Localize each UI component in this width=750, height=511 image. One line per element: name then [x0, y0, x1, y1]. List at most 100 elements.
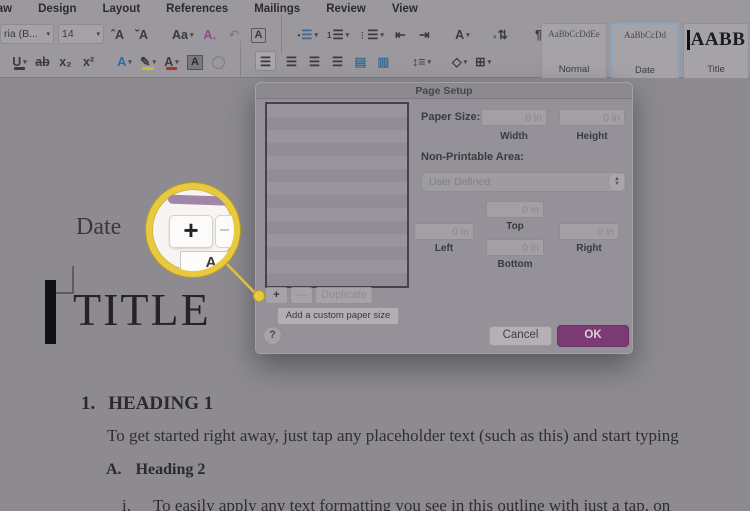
menu-tab-design[interactable]: Design	[38, 3, 76, 15]
justify-icon: ☰	[331, 55, 344, 69]
paragraph-tools-group: U ▾ ab x₂ x² A ▾ ✎ ▾ A ▾ A ◯ ☰ ☰ ☰ ☰ ▤ ▥ ↕≡ ▾ ◇ ▾ ⊞ ▾	[12, 41, 491, 81]
style-preview-text: AaBbCcDd	[624, 30, 666, 40]
margin-left-field[interactable]: 0 in	[414, 223, 474, 240]
chevron-down-icon: ▾	[487, 59, 492, 66]
heading2-line: A. Heading 2	[106, 461, 205, 479]
font-name-value: ria (B...	[4, 28, 38, 40]
height-label: Height	[576, 131, 608, 142]
margin-right-field[interactable]: 0 in	[559, 223, 619, 240]
chevron-down-icon: ▾	[46, 31, 50, 38]
body2-text: To easily apply any text formatting you …	[152, 496, 671, 511]
align-left-icon: ☰	[259, 55, 272, 69]
align-center-icon: ☰	[285, 55, 298, 69]
line-spacing-icon[interactable]: ↕≡ ▾	[412, 52, 431, 70]
menu-tab-mailings[interactable]: Mailings	[254, 3, 300, 15]
strikethrough-icon: ab	[35, 55, 50, 69]
paper-height-field[interactable]: 0 in	[559, 109, 625, 126]
align-left-icon[interactable]: ☰	[254, 51, 276, 71]
justify-icon[interactable]: ☰	[330, 52, 345, 70]
chevron-down-icon: ▾	[96, 31, 100, 38]
margin-top-field[interactable]: 0 in	[486, 201, 544, 218]
shading-bucket-icon: ◇	[452, 55, 462, 69]
non-printable-area-dropdown[interactable]: User Defined ▲ ▼	[421, 172, 626, 192]
width-label: Width	[500, 131, 528, 142]
character-shading-icon: A	[187, 55, 203, 70]
cancel-button[interactable]: Cancel	[489, 326, 552, 346]
grid-text-icon: ▥	[377, 55, 390, 69]
stepper-arrows-icon[interactable]: ▲ ▼	[610, 174, 624, 190]
ok-button[interactable]: OK	[557, 325, 629, 347]
magnified-add-button: +	[169, 215, 213, 248]
strikethrough-icon[interactable]: ab	[35, 52, 50, 70]
group-divider	[239, 41, 241, 81]
margin-bottom-label: Bottom	[497, 259, 533, 270]
page-setup-dialog: Page Setup Paper Size: 0 in 0 in Width H…	[255, 82, 633, 354]
style-preview: AaBbCcDd	[624, 30, 666, 40]
align-right-icon[interactable]: ☰	[307, 52, 322, 70]
distribute-icon[interactable]: ▤	[353, 52, 368, 70]
borders-icon[interactable]: ⊞ ▾	[475, 52, 491, 70]
style-label: Normal	[558, 64, 590, 75]
text-effects-color-icon[interactable]: A ▾	[117, 52, 132, 70]
styles-gallery: AaBbCcDdEe Normal AaBbCcDd Date AABB Title	[541, 23, 749, 81]
paper-width-field[interactable]: 0 in	[481, 109, 547, 126]
style-label: Title	[707, 64, 725, 75]
title-selection-bar	[45, 280, 56, 344]
add-paper-size-button[interactable]: +	[265, 287, 288, 304]
underline-icon[interactable]: U ▾	[12, 52, 27, 70]
color-bar	[14, 67, 25, 70]
remove-paper-size-button[interactable]: —	[290, 287, 313, 304]
magnified-remove-button: –	[215, 215, 234, 248]
heading2-number: A.	[106, 461, 122, 478]
subscript-icon[interactable]: x₂	[58, 52, 73, 70]
body2-number: i.	[122, 496, 131, 511]
ribbon-toolbar: ria (B... ▾ 14 ▾ ˆA ˇA Aa ▾ A․ ↶ A • ☰ ▾ 1 ☰ ▾ ⋮ ☰ ▾ ⇤ ⇥ A…	[0, 14, 750, 81]
text-cursor-bar	[686, 30, 690, 50]
style-title[interactable]: AABB Title	[683, 23, 749, 79]
align-right-icon: ☰	[308, 55, 321, 69]
dropdown-value: User Defined	[429, 176, 491, 188]
chevron-down-icon: ▾	[463, 59, 468, 66]
style-date[interactable]: AaBbCcDd Date	[611, 23, 679, 81]
menu-tab-references[interactable]: References	[166, 3, 228, 15]
magnifier-circle: + – A	[146, 183, 240, 277]
chevron-down-icon: ▾	[128, 59, 132, 66]
title-placeholder: TITLE	[73, 284, 211, 335]
subscript-icon: x₂	[59, 55, 72, 69]
font-size-value: 14	[62, 28, 74, 40]
font-color-icon[interactable]: A ▾	[164, 52, 179, 70]
dialog-title-bar: Page Setup	[256, 83, 632, 99]
margin-top-label: Top	[506, 221, 524, 232]
help-button[interactable]: ?	[263, 326, 282, 345]
chevron-down-icon: ▾	[427, 59, 432, 66]
superscript-icon[interactable]: x²	[81, 52, 96, 70]
margin-bottom-field[interactable]: 0 in	[486, 239, 544, 256]
align-center-icon[interactable]: ☰	[284, 52, 299, 70]
margin-right-label: Right	[576, 243, 602, 254]
color-bar	[166, 67, 177, 70]
menu-tab-review[interactable]: Review	[326, 3, 366, 15]
custom-paper-size-list[interactable]	[265, 102, 409, 288]
style-preview-text: AABB	[690, 29, 746, 50]
sort-icon[interactable]: ₂ ⇅	[493, 25, 508, 43]
duplicate-button[interactable]: Duplicate	[315, 287, 373, 304]
menu-tab-view[interactable]: View	[392, 3, 418, 15]
style-preview: AaBbCcDdEe	[548, 29, 600, 39]
sort-icon: ⇅	[497, 28, 508, 42]
shading-bucket-icon[interactable]: ◇ ▾	[452, 52, 467, 70]
body-paragraph-2: i. To easily apply any text formatting yo…	[122, 496, 670, 511]
style-normal[interactable]: AaBbCcDdEe Normal	[541, 23, 607, 79]
heading1-text: HEADING 1	[108, 393, 214, 414]
circle-icon[interactable]: ◯	[211, 52, 226, 70]
character-shading-icon[interactable]: A	[187, 52, 203, 70]
menu-tab-draw[interactable]: Draw	[0, 3, 12, 15]
grid-text-icon[interactable]: ▥	[376, 52, 391, 70]
menu-tab-layout[interactable]: Layout	[102, 3, 140, 15]
magnified-listbox-corner	[167, 194, 234, 207]
heading2-text: Heading 2	[135, 461, 206, 478]
highlight-icon[interactable]: ✎ ▾	[140, 52, 156, 70]
body-paragraph-1: To get started right away, just tap any …	[107, 426, 679, 445]
ribbon-row-2: U ▾ ab x₂ x² A ▾ ✎ ▾ A ▾ A ◯ ☰ ☰ ☰ ☰ ▤ ▥ ↕≡ ▾ ◇ ▾ ⊞ ▾	[0, 41, 491, 81]
style-label: Date	[634, 65, 656, 76]
non-printable-area-label: Non-Printable Area:	[421, 151, 524, 163]
